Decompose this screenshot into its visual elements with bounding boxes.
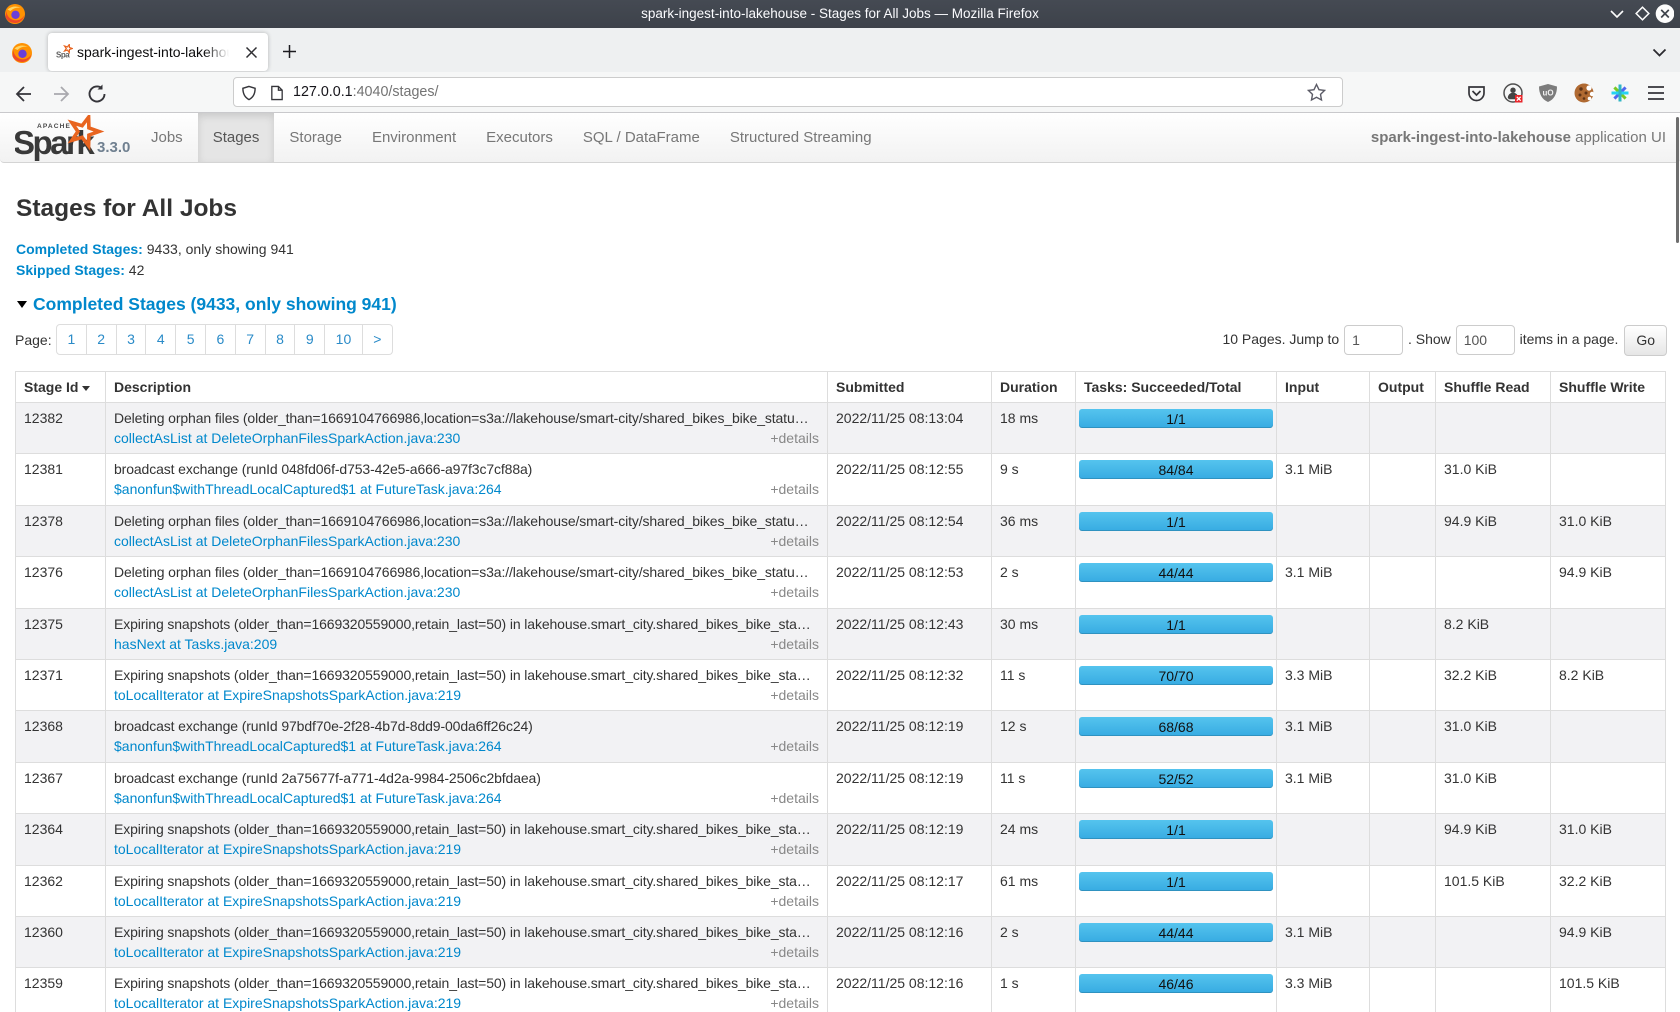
svg-text:Spark: Spark (15, 124, 95, 161)
svg-text:uO: uO (1542, 89, 1553, 98)
